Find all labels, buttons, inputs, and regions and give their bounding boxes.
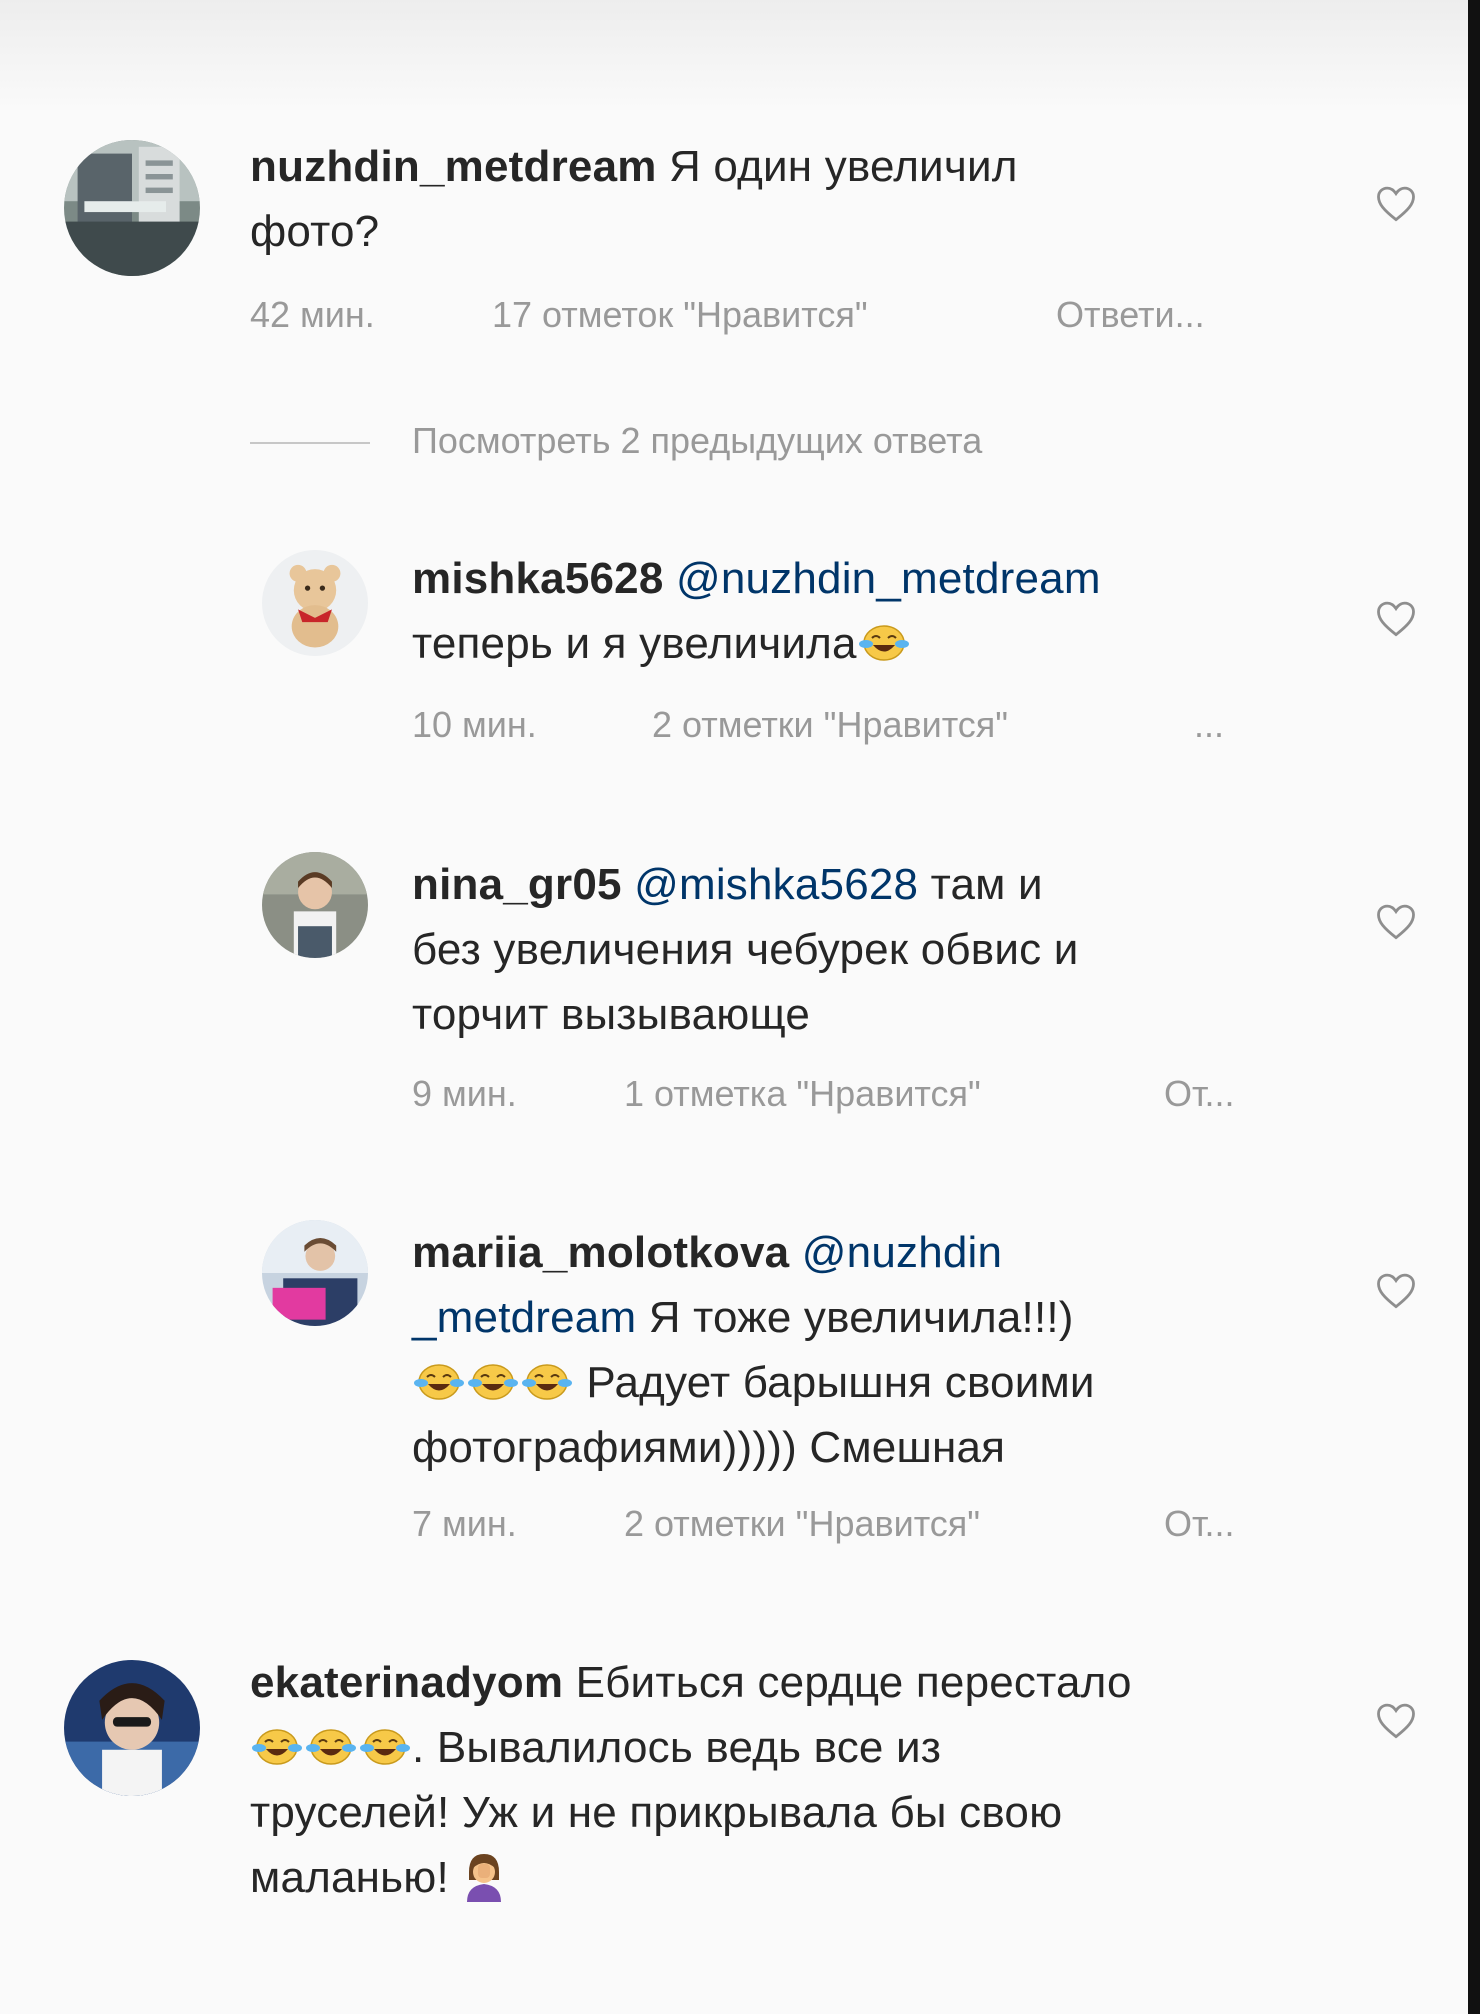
comment-text: маланью!	[250, 1853, 462, 1902]
face-with-tears-of-joy-icon	[359, 1726, 411, 1768]
face-with-tears-of-joy-icon	[467, 1361, 519, 1403]
woman-facepalming-icon	[461, 1850, 507, 1902]
comment-time: 42 мин.	[250, 294, 375, 335]
mention-link[interactable]: _metdream	[412, 1293, 636, 1342]
likes-count[interactable]: 17 отметок "Нравится"	[492, 294, 868, 336]
heart-outline-icon[interactable]	[1375, 598, 1417, 638]
avatar[interactable]	[262, 1220, 368, 1326]
likes-count[interactable]: 1 отметка "Нравится"	[624, 1073, 981, 1115]
comment-text: фотографиями))))) Смешная	[412, 1423, 1006, 1472]
more-options[interactable]: ...	[1194, 704, 1224, 746]
heart-outline-icon[interactable]	[1375, 901, 1417, 941]
face-with-tears-of-joy-icon	[521, 1361, 573, 1403]
reply-button[interactable]: От...	[1164, 1503, 1235, 1545]
avatar[interactable]	[262, 852, 368, 958]
avatar[interactable]	[64, 1660, 200, 1796]
likes-count[interactable]: 2 отметки "Нравится"	[624, 1503, 980, 1545]
comment-time: 9 мин.	[412, 1073, 517, 1114]
top-fade	[0, 0, 1480, 110]
username[interactable]: ekaterinadyom	[250, 1658, 563, 1707]
reply-button[interactable]: Ответи...	[1056, 294, 1205, 336]
username[interactable]: nina_gr05	[412, 860, 622, 909]
reply-button[interactable]: От...	[1164, 1073, 1235, 1115]
screen-edge	[1468, 0, 1480, 2014]
face-with-tears-of-joy-icon	[251, 1726, 303, 1768]
face-with-tears-of-joy-icon	[305, 1726, 357, 1768]
username[interactable]: mariia_molotkova	[412, 1228, 789, 1277]
comments-page: nuzhdin_metdream Я один увеличил фото? 4…	[0, 0, 1480, 2014]
username[interactable]: mishka5628	[412, 554, 664, 603]
comment-text: там и	[918, 860, 1043, 909]
divider-line	[250, 442, 370, 444]
face-with-tears-of-joy-icon	[413, 1361, 465, 1403]
heart-outline-icon[interactable]	[1375, 1700, 1417, 1740]
avatar[interactable]	[262, 550, 368, 656]
comment-text: фото?	[250, 207, 380, 256]
comment-text: . Вывалилось ведь все из	[412, 1723, 942, 1772]
mention-link[interactable]: @nuzhdin	[789, 1228, 1002, 1277]
view-previous-replies-label[interactable]: Посмотреть 2 предыдущих ответа	[412, 420, 982, 462]
heart-outline-icon[interactable]	[1375, 1270, 1417, 1310]
heart-outline-icon[interactable]	[1375, 183, 1417, 223]
comment-text: без увеличения чебурек обвис и	[412, 925, 1079, 974]
comment-time: 10 мин.	[412, 704, 537, 745]
comment-text: Я один увеличил	[656, 142, 1018, 191]
comment-text: Я тоже увеличила!!!)	[636, 1293, 1074, 1342]
comment-text: торчит вызывающе	[412, 990, 811, 1039]
comment-text: труселей! Уж и не прикрывала бы свою	[250, 1788, 1063, 1837]
comment-time: 7 мин.	[412, 1503, 517, 1544]
likes-count[interactable]: 2 отметки "Нравится"	[652, 704, 1008, 746]
avatar[interactable]	[64, 140, 200, 276]
comment-text: Радует барышня своими	[574, 1358, 1095, 1407]
username[interactable]: nuzhdin_metdream	[250, 142, 657, 191]
mention-link[interactable]: @nuzhdin_metdream	[664, 554, 1101, 603]
comment-text: Ебиться сердце перестало	[563, 1658, 1132, 1707]
comment-text: теперь и я увеличила	[412, 619, 857, 668]
face-with-tears-of-joy-icon	[858, 622, 910, 664]
mention-link[interactable]: @mishka5628	[622, 860, 919, 909]
